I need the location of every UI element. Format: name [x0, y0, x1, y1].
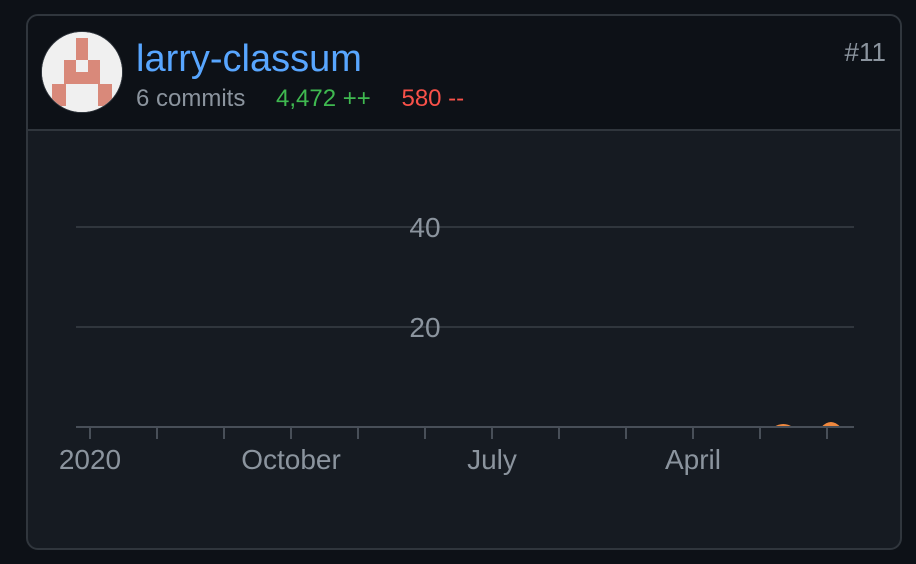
x-tick-label: April — [665, 444, 721, 475]
x-tick-label: 2020 — [59, 444, 121, 475]
contributions-chart: 2020 October July April 2040 — [59, 212, 854, 475]
deletions-count: 580 -- — [401, 85, 465, 112]
y-tick-label: 20 — [409, 312, 440, 343]
x-tick-label: July — [467, 444, 517, 475]
username-link[interactable]: larry-classum — [136, 36, 362, 82]
contribution-stats: 6 commits 4,472 ++ 580 -- — [136, 84, 464, 114]
additions-count: 4,472 ++ — [276, 85, 371, 112]
avatar[interactable] — [42, 32, 122, 112]
chart-x-axis: 2020 October July April — [59, 426, 854, 475]
contributor-rank: #11 — [844, 37, 886, 67]
card-header: larry-classum 6 commits 4,472 ++ 580 -- … — [28, 16, 900, 131]
commit-count[interactable]: 6 commits — [136, 85, 245, 112]
y-tick-label: 40 — [409, 212, 440, 243]
contributor-card: larry-classum 6 commits 4,472 ++ 580 -- … — [26, 14, 902, 550]
chart-gridlines — [76, 226, 854, 328]
chart-y-labels: 2040 — [409, 212, 440, 343]
x-tick-label: October — [241, 444, 341, 475]
identicon-avatar-icon — [42, 32, 122, 112]
